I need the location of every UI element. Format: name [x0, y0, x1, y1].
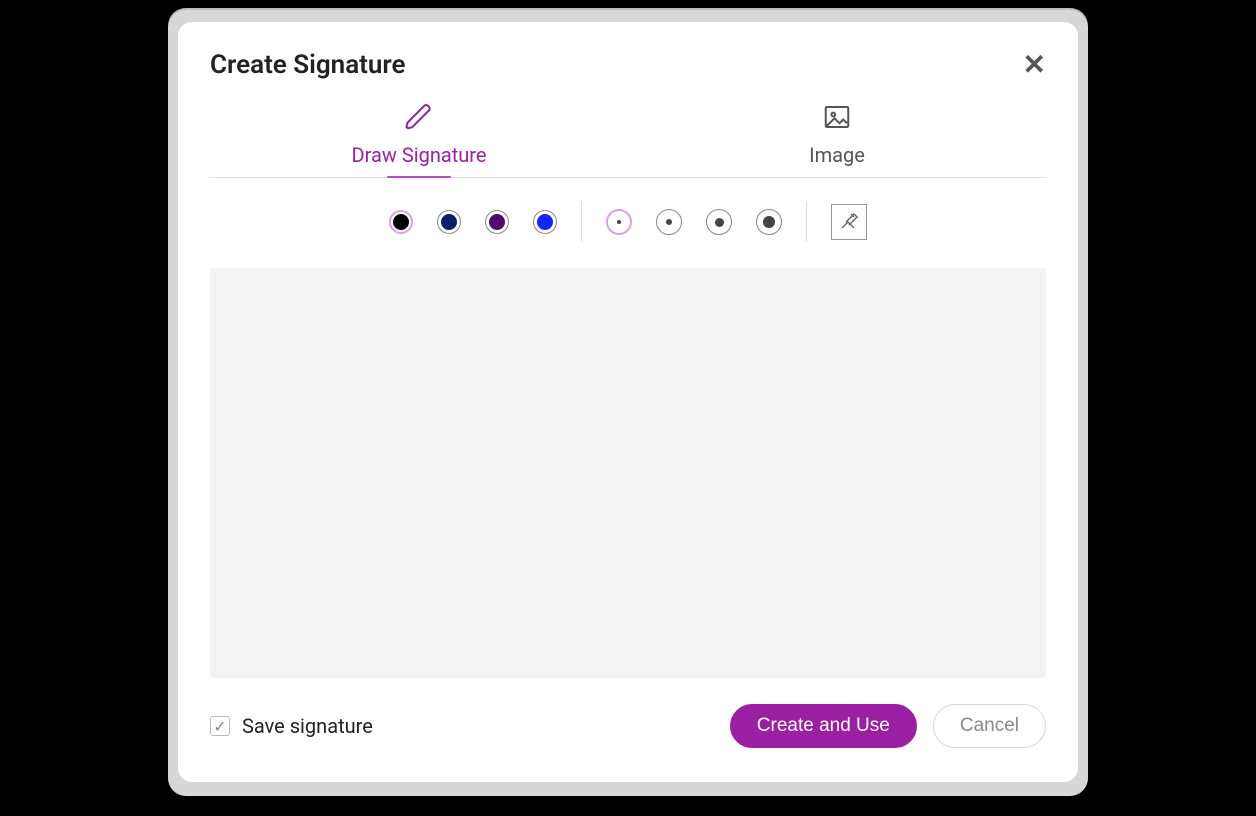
stroke-size-sm[interactable]	[656, 209, 682, 235]
action-buttons: Create and Use Cancel	[730, 704, 1046, 748]
image-icon	[822, 102, 852, 137]
size-inner	[617, 220, 621, 224]
save-signature-group: ✓ Save signature	[210, 714, 373, 738]
color-swatch-purple[interactable]	[485, 210, 509, 234]
color-swatch-navy[interactable]	[437, 210, 461, 234]
separator	[806, 202, 807, 242]
swatch-fill	[441, 214, 457, 230]
pencil-icon	[404, 102, 434, 137]
tab-draw-signature[interactable]: Draw Signature	[210, 102, 628, 177]
tabs: Draw Signature Image	[210, 102, 1046, 178]
draw-toolbar	[210, 202, 1046, 242]
eraser-brush-icon	[837, 209, 861, 236]
stroke-size-xs[interactable]	[606, 209, 632, 235]
color-swatch-black[interactable]	[389, 210, 413, 234]
modal-backdrop: Create Signature ✕ Draw Signature Image	[168, 8, 1088, 796]
close-icon: ✕	[1023, 49, 1046, 80]
tab-label: Draw Signature	[351, 143, 486, 167]
stroke-sizes	[606, 209, 782, 235]
save-signature-label: Save signature	[242, 714, 373, 738]
cancel-button[interactable]: Cancel	[933, 704, 1046, 748]
size-inner	[763, 216, 775, 228]
separator	[581, 202, 582, 242]
create-and-use-button[interactable]: Create and Use	[730, 704, 917, 748]
swatch-fill	[489, 214, 505, 230]
modal-header: Create Signature ✕	[210, 50, 1046, 80]
modal-title: Create Signature	[210, 50, 406, 80]
save-signature-checkbox[interactable]: ✓	[210, 716, 230, 736]
size-inner	[715, 218, 724, 227]
tab-label: Image	[809, 143, 865, 167]
clear-canvas-button[interactable]	[831, 204, 867, 240]
modal-footer: ✓ Save signature Create and Use Cancel	[210, 704, 1046, 748]
signature-canvas[interactable]	[210, 268, 1046, 678]
color-swatch-blue[interactable]	[533, 210, 557, 234]
close-button[interactable]: ✕	[1023, 51, 1046, 79]
stroke-size-md[interactable]	[706, 209, 732, 235]
color-swatches	[389, 210, 557, 234]
swatch-fill	[537, 214, 553, 230]
create-signature-modal: Create Signature ✕ Draw Signature Image	[178, 22, 1078, 782]
checkmark-icon: ✓	[213, 717, 226, 736]
size-inner	[666, 219, 672, 225]
tab-image[interactable]: Image	[628, 102, 1046, 177]
stroke-size-lg[interactable]	[756, 209, 782, 235]
swatch-fill	[393, 214, 409, 230]
